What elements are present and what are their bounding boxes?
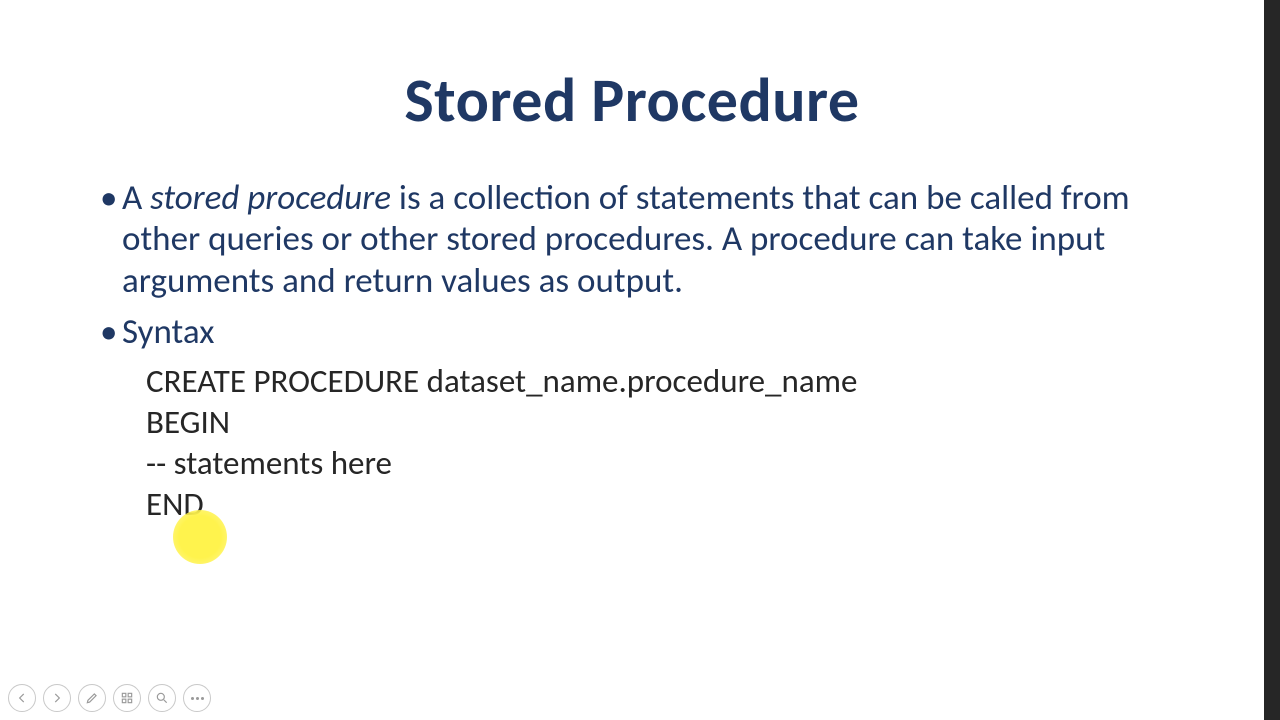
slide-body: A stored procedure is a collection of st… <box>100 178 1180 535</box>
syntax-block: CREATE PROCEDURE dataset_name.procedure_… <box>146 361 1180 525</box>
right-border-band <box>1264 0 1280 720</box>
zoom-icon <box>155 691 169 705</box>
syntax-line-4: END <box>146 484 1180 525</box>
bullet-syntax: Syntax CREATE PROCEDURE dataset_name.pro… <box>100 312 1180 525</box>
presenter-toolbar <box>8 684 211 712</box>
more-button[interactable] <box>183 684 211 712</box>
syntax-line-1: CREATE PROCEDURE dataset_name.procedure_… <box>146 361 1180 402</box>
pen-icon <box>85 691 99 705</box>
prev-button[interactable] <box>8 684 36 712</box>
zoom-button[interactable] <box>148 684 176 712</box>
chevron-right-icon <box>50 691 64 705</box>
next-button[interactable] <box>43 684 71 712</box>
all-slides-button[interactable] <box>113 684 141 712</box>
bullet-definition: A stored procedure is a collection of st… <box>100 178 1180 302</box>
chevron-left-icon <box>15 691 29 705</box>
ellipsis-icon <box>191 697 204 700</box>
syntax-line-3: -- statements here <box>146 443 1180 484</box>
slide: Stored Procedure A stored procedure is a… <box>0 0 1264 720</box>
grid-icon <box>120 691 134 705</box>
slide-title: Stored Procedure <box>0 62 1264 138</box>
bullet2-label: Syntax <box>122 311 214 353</box>
pen-button[interactable] <box>78 684 106 712</box>
syntax-line-2: BEGIN <box>146 402 1180 443</box>
bullet1-prefix: A <box>122 177 150 219</box>
bullet1-emphasis: stored procedure <box>150 177 391 219</box>
